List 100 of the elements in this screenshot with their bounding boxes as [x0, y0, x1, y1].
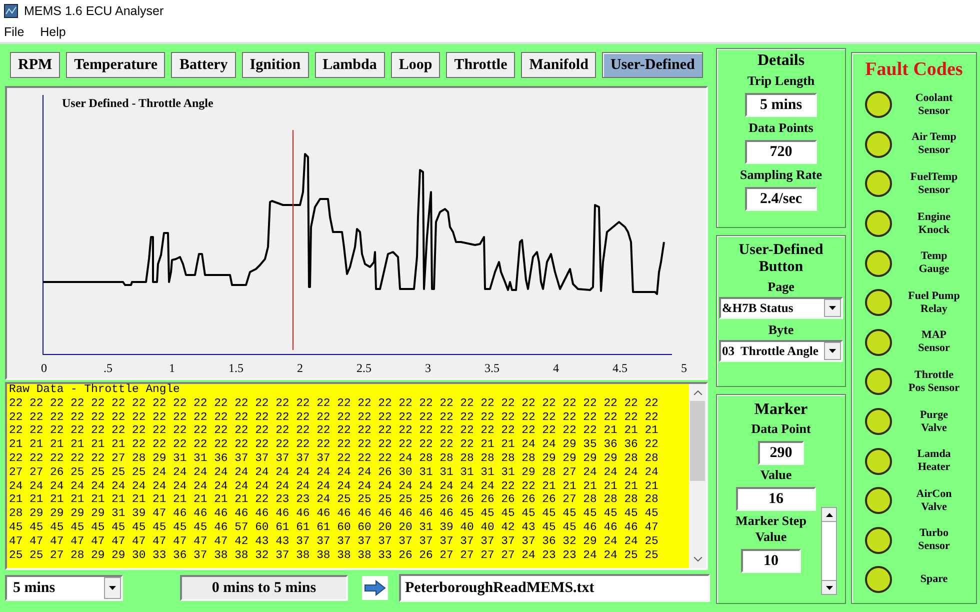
fault-indicator: [865, 487, 892, 514]
tab-button[interactable]: Throttle: [446, 52, 516, 78]
fault-indicator: [865, 91, 892, 118]
fault-label: Temp Gauge: [918, 250, 950, 276]
right-arrow-icon: [364, 580, 386, 596]
tab-button[interactable]: Lambda: [314, 52, 385, 78]
raw-data-row-text: 22 22 22 22 22 22 22 22 22 22 22 22 22 22 22 22 22 22 22 22 22 22 22 22 22 22 22 22 22 21 21 21: [9, 425, 660, 439]
tab-button[interactable]: Temperature: [66, 52, 166, 78]
axis-tick-label: 4: [553, 361, 559, 375]
fault-indicator: [865, 210, 892, 238]
tab-button[interactable]: User-Defined: [602, 52, 703, 78]
chart-title: User Defined - Throttle Angle: [62, 96, 214, 110]
fault-label: AirCon Valve: [915, 488, 953, 514]
dropdown[interactable]: 03 Throttle Angle: [719, 340, 843, 362]
caret-up-icon: [826, 512, 832, 516]
fault-label: Fuel Pump Relay: [907, 290, 961, 316]
axis-tick-label: 2.5: [356, 361, 372, 375]
raw-data-row-text: 28 29 29 29 29 31 39 47 46 46 46 46 46 46 46 46 46 46 46 46 46 46 45 45 45 45 45 45 45 45 45 45: [9, 508, 660, 522]
field-label: Data Points: [748, 120, 814, 136]
axis-tick-label: 3.5: [484, 361, 500, 375]
menu-item[interactable]: Help: [40, 22, 66, 42]
raw-data-row-text: 25 25 27 28 29 29 30 33 36 37 38 38 32 37 38 38 38 38 33 26 26 27 27 27 27 24 23 23 24 24 25 25: [9, 550, 660, 564]
value-field[interactable]: 720: [745, 140, 817, 164]
fault-indicator: [865, 408, 892, 436]
axis-tick-label: 5: [681, 361, 687, 375]
fault-indicator: [865, 526, 892, 554]
fault-label: Spare: [919, 573, 949, 586]
caret-down-icon: [829, 306, 836, 310]
fault-label: Coolant Sensor: [914, 92, 954, 118]
value-field[interactable]: 10: [740, 549, 801, 573]
tab-button[interactable]: RPM: [10, 52, 60, 78]
value-field[interactable]: 16: [736, 487, 816, 511]
fault-indicator: [865, 130, 892, 158]
window-title: MEMS 1.6 ECU Analyser: [24, 2, 164, 20]
field-label: Value: [760, 467, 792, 483]
caret-down-icon: [826, 586, 832, 590]
panel-title: Marker: [754, 401, 808, 419]
axis-tick-label: 1.5: [228, 361, 244, 375]
dropdown-button[interactable]: [104, 577, 121, 599]
field-label: Marker Step Value: [736, 513, 806, 545]
axis-tick-label: 0: [41, 361, 47, 375]
fault-indicator: [865, 368, 892, 396]
raw-data-row-text: 21 21 21 21 21 21 22 22 22 22 22 22 22 22 22 22 22 22 22 22 22 22 22 21 21 24 24 29 35 36 36 22: [9, 439, 660, 453]
caret-down-icon: [829, 349, 836, 353]
raw-data-row-text: 24 24 24 24 24 24 24 24 24 24 24 24 24 24 24 24 24 24 24 24 24 24 24 24 22 22 21 21 21 21 21 21: [9, 480, 660, 494]
panel-title: User-Defined Button: [738, 242, 824, 276]
fault-label: Turbo Sensor: [917, 527, 951, 554]
raw-data-row-text: 21 21 21 21 21 21 21 21 21 21 21 21 22 23 23 24 25 25 25 25 25 26 26 26 26 26 26 27 28 28 28 28: [9, 494, 660, 508]
value-field[interactable]: 2.4/sec: [744, 187, 817, 211]
raw-data-row-text: 22 22 22 22 22 27 28 29 31 31 36 37 37 37 37 37 22 22 22 24 28 28 28 28 28 28 29 29 29 29 28 28: [9, 452, 660, 467]
caret-down-icon: [109, 586, 116, 590]
duration-dropdown[interactable]: 5 mins: [5, 575, 123, 601]
field-label: Sampling Rate: [740, 167, 822, 183]
panel-title: Fault Codes: [865, 59, 963, 81]
tab-button[interactable]: Ignition: [242, 52, 309, 78]
tab-button[interactable]: Manifold: [521, 52, 596, 78]
raw-data-title: Raw Data - Throttle Angle: [9, 384, 181, 398]
dropdown-button[interactable]: [824, 342, 841, 360]
dropdown[interactable]: &H7B Status: [719, 297, 843, 319]
fault-label: Air Temp Sensor: [910, 131, 958, 158]
raw-data-row-text: 27 27 26 25 25 25 25 24 24 24 24 24 24 24 24 24 24 24 26 30 31 31 31 31 31 29 28 27 24 24 24 24: [9, 466, 660, 481]
fault-label: Engine Knock: [916, 210, 952, 237]
menu-item[interactable]: File: [4, 22, 24, 42]
fault-indicator: [865, 289, 892, 316]
raw-data-row-text: 22 22 22 22 22 22 22 22 22 22 22 22 22 22 22 22 22 22 22 22 22 22 22 22 22 22 22 22 22 22 22 22: [9, 398, 660, 412]
file-name-field[interactable]: PeterboroughReadMEMS.txt: [399, 574, 710, 602]
value-field[interactable]: 5 mins: [745, 93, 817, 117]
tab-button[interactable]: Loop: [390, 52, 440, 78]
value-field[interactable]: 290: [758, 441, 804, 465]
panel-title: Details: [757, 52, 805, 70]
raw-data-row-text: 22 22 22 22 22 22 22 22 22 22 22 22 22 22 22 22 22 22 22 22 22 22 22 22 22 22 22 22 22 22 22 22: [9, 412, 660, 425]
fault-indicator: [865, 328, 892, 356]
fault-label: Throttle Pos Sensor: [907, 368, 961, 395]
scroll-up-icon: [694, 390, 702, 395]
field-label: Trip Length: [747, 73, 815, 89]
dropdown-button[interactable]: [824, 299, 841, 317]
spinner[interactable]: [821, 507, 837, 595]
field-label: Byte: [768, 322, 794, 338]
arrow-button[interactable]: [362, 576, 388, 600]
fault-label: FuelTemp Sensor: [909, 170, 959, 197]
raw-data-row-text: 45 45 45 45 45 45 45 45 45 45 46 57 60 61 61 61 60 60 20 20 31 39 40 40 42 43 45 45 46 46 46 47: [9, 522, 660, 536]
axis-tick-label: 2: [297, 361, 303, 375]
fault-label: Lamda Heater: [916, 448, 952, 474]
fault-label: MAP Sensor: [917, 329, 951, 356]
fault-indicator: [865, 566, 892, 594]
raw-data-row-text: 47 47 47 47 47 47 47 47 47 47 47 42 43 43 37 37 37 37 37 37 37 37 37 37 37 37 36 32 29 24 24 25: [9, 536, 660, 550]
field-label: Data Point: [751, 421, 811, 437]
scrollbar[interactable]: [689, 384, 706, 568]
app-icon: [4, 4, 18, 18]
tab-button[interactable]: Battery: [171, 52, 236, 78]
scroll-down-icon: [694, 557, 702, 562]
field-label: Page: [768, 279, 794, 295]
axis-tick-label: .5: [104, 361, 112, 375]
axis-tick-label: 4.5: [612, 361, 628, 375]
axis-tick-label: 1: [169, 361, 175, 375]
fault-indicator: [865, 170, 892, 198]
time-range-label: 0 mins to 5 mins: [180, 575, 348, 601]
fault-label: Purge Valve: [918, 408, 950, 435]
fault-indicator: [865, 250, 892, 277]
fault-indicator: [865, 448, 892, 475]
